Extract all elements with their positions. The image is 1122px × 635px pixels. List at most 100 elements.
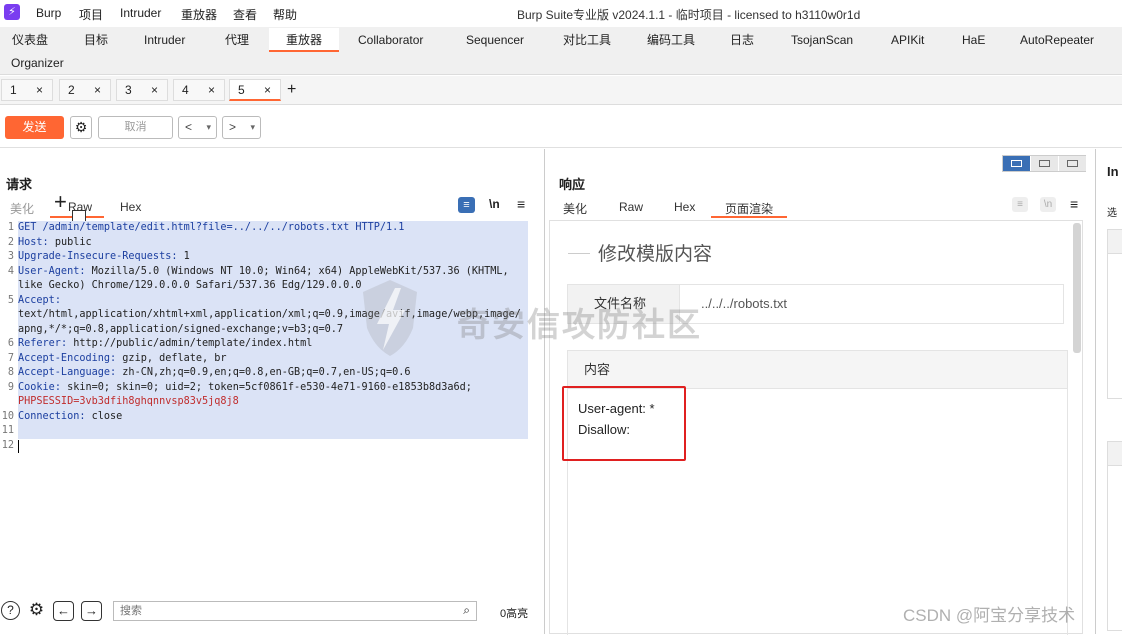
tab-autorepeater[interactable]: AutoRepeater: [1020, 28, 1094, 52]
file-name-label: 文件名称: [568, 285, 680, 323]
tab-intruder[interactable]: Intruder: [144, 28, 185, 52]
header-value: zh-CN,zh;q=0.9,en;q=0.8,en-GB;q=0.7,en-U…: [122, 367, 411, 378]
header-separator: :: [79, 410, 92, 422]
tab-label: 1: [10, 83, 17, 97]
line-content: Upgrade-Insecure-Requests: 1: [18, 250, 528, 265]
inspector-panel: In 选: [1097, 149, 1122, 634]
forward-button[interactable]: > ▾: [222, 116, 261, 139]
tab-organizer[interactable]: Organizer: [11, 51, 64, 75]
file-name-row: 文件名称 ../../../robots.txt: [567, 284, 1064, 324]
close-icon[interactable]: ×: [36, 80, 43, 100]
cancel-button[interactable]: 取消: [98, 116, 173, 139]
repeater-tab-3[interactable]: 3 ×: [116, 79, 168, 101]
tab-label: 5: [238, 83, 245, 97]
request-line: PHPSESSID=3vb3dfih8ghqnnvsp83v5jq8j8: [0, 395, 545, 410]
menu-intruder[interactable]: Intruder: [120, 6, 161, 20]
split-horizontal-icon[interactable]: [1003, 156, 1030, 171]
scrollbar[interactable]: [1073, 223, 1081, 353]
tab-repeater[interactable]: 重放器: [269, 28, 339, 52]
line-content: User-Agent: Mozilla/5.0 (Windows NT 10.0…: [18, 264, 528, 279]
tab-label: 3: [125, 83, 132, 97]
line-content: apng,*/*;q=0.8,application/signed-exchan…: [18, 322, 528, 337]
gear-icon[interactable]: ⚙: [70, 116, 92, 139]
menu-view[interactable]: 查看: [233, 6, 257, 23]
inspector-section[interactable]: [1107, 229, 1122, 399]
newline-toggle[interactable]: \n: [489, 197, 500, 211]
menu-help[interactable]: 帮助: [273, 6, 297, 23]
hamburger-menu-icon[interactable]: ≡: [1070, 196, 1078, 212]
line-number: 2: [7, 236, 14, 248]
repeater-tab-4[interactable]: 4 ×: [173, 79, 225, 101]
gear-icon[interactable]: ⚙: [27, 601, 46, 620]
tab-collaborator[interactable]: Collaborator: [358, 28, 423, 52]
header-name: Upgrade-Insecure-Requests: [18, 251, 172, 262]
line-content: Referer: http://public/admin/template/in…: [18, 337, 528, 352]
close-icon[interactable]: ×: [94, 80, 101, 100]
close-icon[interactable]: ×: [264, 80, 271, 100]
chevron-down-icon[interactable]: ▾: [250, 117, 255, 138]
request-line: like Gecko) Chrome/129.0.0.0 Safari/537.…: [0, 279, 545, 294]
search-input[interactable]: [114, 602, 444, 620]
request-editor[interactable]: 1 GET /admin/template/edit.html?file=../.…: [0, 221, 545, 591]
window-title: Burp Suite专业版 v2024.1.1 - 临时项目 - license…: [517, 8, 861, 22]
request-tab-hex[interactable]: Hex: [120, 200, 141, 214]
tab-sequencer[interactable]: Sequencer: [466, 28, 524, 52]
help-icon[interactable]: ?: [1, 601, 20, 620]
header-name: Referer: [18, 338, 61, 349]
menu-burp[interactable]: Burp: [36, 6, 61, 20]
line-content: Accept:: [18, 293, 528, 308]
back-button[interactable]: < ▾: [178, 116, 217, 139]
title-bar: ⚡ Burp 项目 Intruder 重放器 查看 帮助 Burp Suite专…: [0, 0, 1122, 27]
line-number: 8: [7, 367, 14, 378]
line-content: Accept-Encoding: gzip, deflate, br: [18, 351, 528, 366]
add-tab-icon[interactable]: +: [287, 79, 296, 101]
wrap-lines-icon: ≡: [1012, 197, 1028, 212]
tab-target[interactable]: 目标: [84, 28, 108, 52]
previous-match-icon[interactable]: ←: [53, 601, 74, 621]
tab-proxy[interactable]: 代理: [225, 28, 249, 52]
close-icon[interactable]: ×: [208, 80, 215, 100]
repeater-tab-2[interactable]: 2 ×: [59, 79, 111, 101]
send-button[interactable]: 发送: [5, 116, 64, 139]
inspector-title: In: [1107, 164, 1119, 179]
header-name: User-Agent: [18, 265, 80, 277]
header-value: Mozilla/5.0 (Windows NT 10.0; Win64; x64…: [91, 265, 509, 277]
inspector-section[interactable]: [1107, 441, 1122, 631]
header-separator: :: [42, 236, 55, 248]
split-vertical-icon[interactable]: [1031, 156, 1058, 171]
forward-arrow-icon: >: [229, 120, 237, 134]
tab-apikit[interactable]: APIKit: [891, 28, 924, 52]
search-box: ⌕: [113, 601, 477, 621]
response-tab-render[interactable]: 页面渲染: [725, 200, 773, 217]
menu-project[interactable]: 项目: [79, 6, 103, 23]
tab-hae[interactable]: HaE: [962, 28, 985, 52]
repeater-tab-1[interactable]: 1 ×: [1, 79, 53, 101]
line-content: Accept-Language: zh-CN,zh;q=0.9,en;q=0.8…: [18, 366, 528, 381]
line-number: 1: [7, 222, 14, 233]
response-tab-raw[interactable]: Raw: [619, 200, 643, 214]
hamburger-menu-icon[interactable]: ≡: [517, 196, 525, 212]
close-icon[interactable]: ×: [151, 80, 158, 100]
line-number: 12: [1, 439, 14, 451]
menu-repeater[interactable]: 重放器: [181, 6, 217, 23]
line-number: 10: [1, 410, 14, 422]
response-tab-pretty[interactable]: 美化: [563, 200, 587, 217]
tab-comparer[interactable]: 对比工具: [563, 28, 611, 52]
response-panel: 响应 美化 Raw Hex 页面渲染 ≡ \n ≡ 修改模版内容 文件名称 ..…: [546, 149, 1096, 635]
repeater-tab-5[interactable]: 5 ×: [229, 79, 281, 101]
tabs-layout-icon[interactable]: [1059, 156, 1086, 171]
tab-dashboard[interactable]: 仪表盘: [12, 28, 48, 52]
tab-decoder[interactable]: 编码工具: [647, 28, 695, 52]
tab-logger[interactable]: 日志: [730, 28, 754, 52]
next-match-icon[interactable]: →: [81, 601, 102, 621]
tab-tsojanscan[interactable]: TsojanScan: [791, 28, 853, 52]
main-tabs: 仪表盘 目标 Intruder 代理 重放器 Collaborator Sequ…: [0, 27, 1122, 75]
line-number: 6: [7, 338, 14, 349]
response-tab-hex[interactable]: Hex: [674, 200, 695, 214]
header-value: public: [54, 236, 92, 248]
heading-rule: [568, 253, 590, 254]
wrap-lines-icon[interactable]: ≡: [458, 197, 475, 213]
request-tab-pretty[interactable]: 美化: [10, 200, 34, 217]
line-content: Connection: close: [18, 409, 528, 424]
chevron-down-icon[interactable]: ▾: [206, 117, 211, 138]
